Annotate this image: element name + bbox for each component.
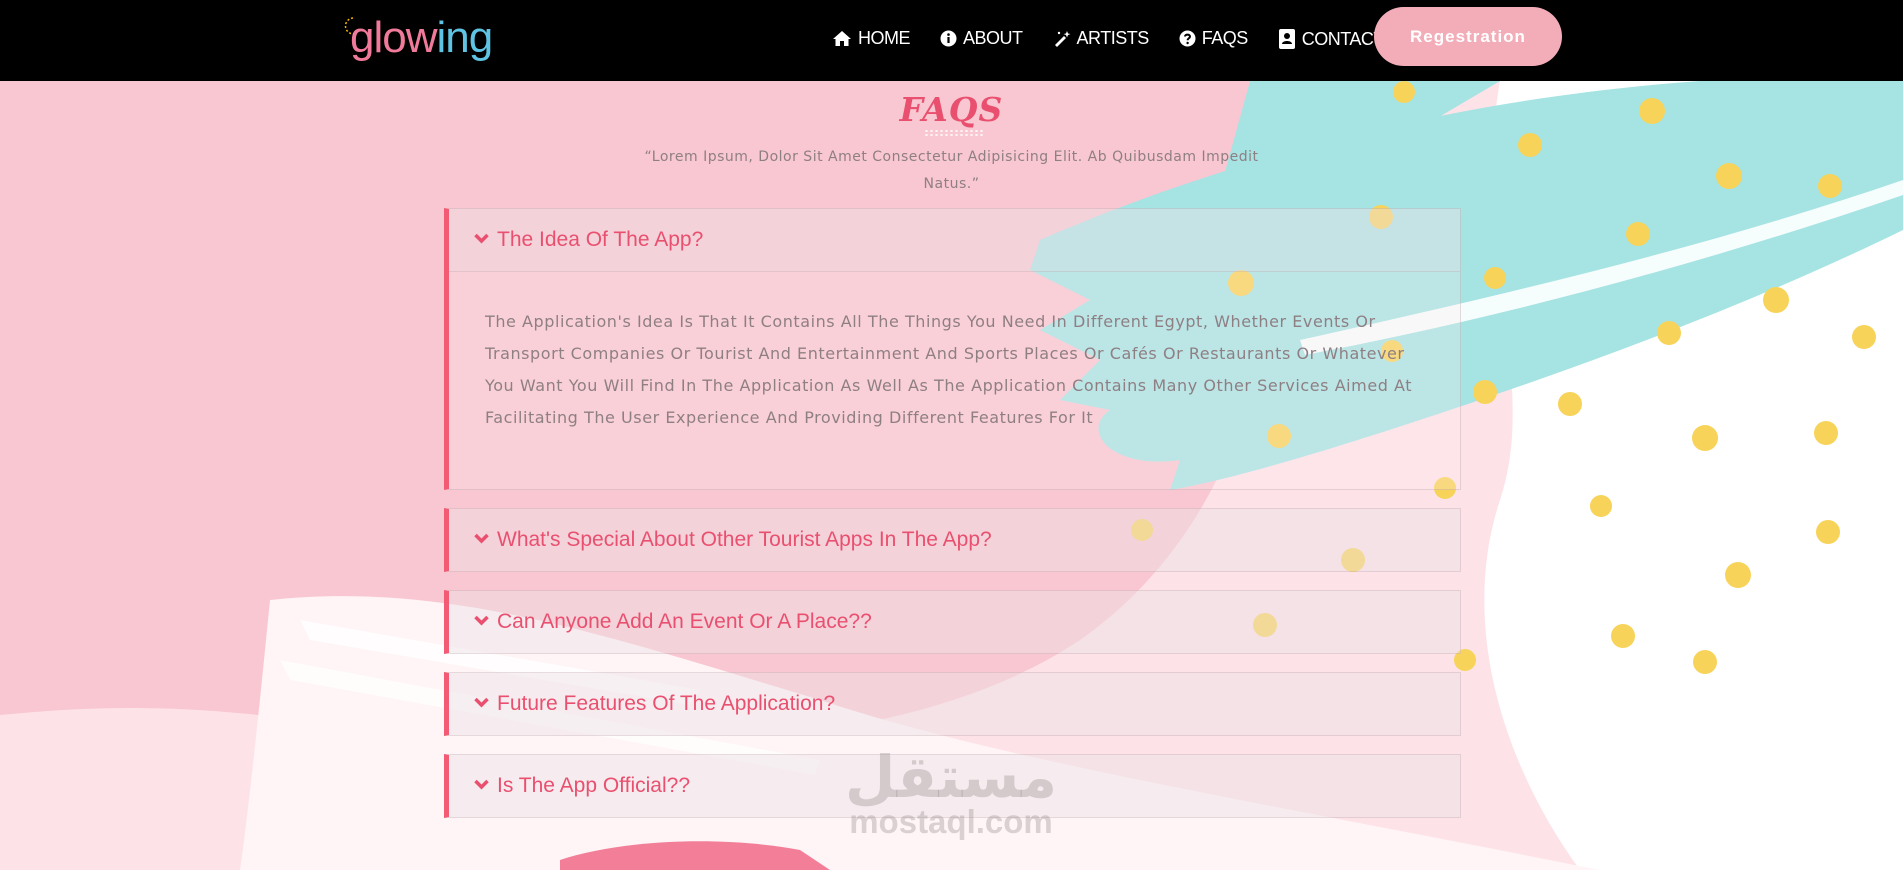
faq-question: Is The App Official??	[497, 774, 691, 797]
nav-artists[interactable]: ARTISTS	[1053, 26, 1149, 50]
main-nav: HOME ABOUT ARTISTS FAQS CONTACT	[832, 26, 1384, 50]
nav-home[interactable]: HOME	[832, 26, 911, 50]
nav-faqs-label: FAQS	[1201, 27, 1249, 48]
nav-about-label: ABOUT	[963, 27, 1023, 48]
nav-contact[interactable]: CONTACT	[1278, 28, 1384, 50]
chevron-down-icon	[474, 533, 489, 544]
faq-accordion: The Idea Of The App? The Application's I…	[444, 208, 1461, 836]
title-underline-dots	[924, 129, 984, 137]
faq-question-toggle[interactable]: Future Features Of The Application?	[449, 673, 1460, 735]
faq-question-toggle[interactable]: Can Anyone Add An Event Or A Place??	[449, 591, 1460, 653]
chevron-down-icon	[474, 233, 489, 244]
faq-item: Is The App Official??	[444, 754, 1461, 818]
faq-item: The Idea Of The App? The Application's I…	[444, 208, 1461, 490]
nav-about[interactable]: ABOUT	[940, 26, 1023, 50]
contact-card-icon	[1278, 29, 1295, 49]
faq-answer-panel: The Application's Idea Is That It Contai…	[449, 271, 1460, 489]
section-subtitle: “Lorem Ipsum, Dolor Sit Amet Consectetur…	[644, 149, 1259, 192]
info-circle-icon	[940, 30, 957, 46]
nav-home-label: HOME	[858, 27, 911, 48]
faq-item: Future Features Of The Application?	[444, 672, 1461, 736]
nav-artists-label: ARTISTS	[1076, 27, 1150, 48]
faq-question: Future Features Of The Application?	[497, 692, 836, 715]
page-title: FAQS	[899, 90, 1004, 129]
home-icon	[833, 30, 851, 46]
nav-faqs[interactable]: FAQS	[1179, 26, 1248, 50]
faq-question-toggle[interactable]: What's Special About Other Tourist Apps …	[449, 509, 1460, 571]
question-circle-icon	[1179, 30, 1196, 46]
faq-question: The Idea Of The App?	[497, 228, 704, 251]
chevron-down-icon	[474, 697, 489, 708]
brand-logo[interactable]: glowing	[344, 12, 494, 64]
top-navbar: glowing HOME ABOUT ARTISTS FAQS CONTACT …	[0, 0, 1903, 81]
logo-text-glow: glow	[350, 13, 437, 62]
chevron-down-icon	[474, 615, 489, 626]
faq-question-toggle[interactable]: The Idea Of The App?	[449, 209, 1460, 271]
registration-button[interactable]: Regestration	[1374, 7, 1562, 66]
chevron-down-icon	[474, 779, 489, 790]
faq-answer: The Application's Idea Is That It Contai…	[485, 312, 1413, 427]
faq-question: What's Special About Other Tourist Apps …	[497, 528, 992, 551]
nav-contact-label: CONTACT	[1301, 28, 1385, 49]
faq-question-toggle[interactable]: Is The App Official??	[449, 755, 1460, 817]
faq-item: What's Special About Other Tourist Apps …	[444, 508, 1461, 572]
logo-sparkle-icon	[344, 17, 355, 35]
logo-text-ing: ing	[436, 13, 494, 62]
magic-wand-icon	[1054, 30, 1071, 47]
faq-item: Can Anyone Add An Event Or A Place??	[444, 590, 1461, 654]
faq-question: Can Anyone Add An Event Or A Place??	[497, 610, 872, 633]
